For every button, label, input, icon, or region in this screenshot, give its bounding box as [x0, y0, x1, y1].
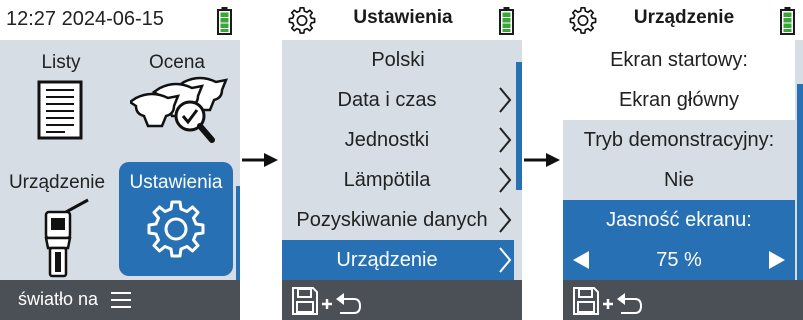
- device-settings-screen: Urządzenie Ekran startowy: Ekran główny …: [563, 0, 803, 320]
- list-item-label: Urządzenie: [336, 249, 438, 271]
- header: Ustawienia: [282, 0, 522, 40]
- gear-icon: [288, 7, 316, 34]
- chevron-right-icon: [499, 207, 512, 233]
- tile-label: Listy: [41, 52, 81, 73]
- header: Urządzenie: [563, 0, 803, 40]
- list-item-label: Lämpötila: [343, 169, 431, 191]
- scrollbar[interactable]: [516, 62, 522, 190]
- tile-grid: Listy Ocena Urządzenie Ustawienia: [0, 40, 240, 280]
- footer-bar: [282, 280, 522, 320]
- footer-bar: światło na: [0, 280, 240, 320]
- footer-bar: [563, 280, 803, 320]
- settings-screen: Ustawienia Polski Data i czas Jednostki …: [282, 0, 522, 320]
- setting-value-demo-mode[interactable]: Nie: [563, 160, 795, 200]
- list-item-label: Data i czas: [337, 89, 437, 111]
- tile-label: Urządzenie: [8, 172, 106, 193]
- arrow-right-icon[interactable]: [769, 251, 785, 269]
- brightness-selector[interactable]: 75 %: [563, 240, 795, 280]
- list-item-data-acquisition[interactable]: Pozyskiwanie danych: [282, 200, 514, 240]
- time-label: 12:27: [6, 8, 57, 30]
- setting-label: Ekran startowy:: [610, 49, 748, 71]
- list-item-label: Polski: [371, 49, 425, 71]
- setting-label-brightness: Jasność ekranu:: [563, 200, 795, 240]
- status-bar: 12:27 2024-06-15: [0, 0, 240, 40]
- document-icon: [37, 80, 83, 140]
- battery-icon: [499, 7, 514, 35]
- light-toggle-label[interactable]: światło na: [18, 289, 98, 310]
- settings-list: Polski Data i czas Jednostki Lämpötila P…: [282, 40, 522, 280]
- list-item-device[interactable]: Urządzenie: [282, 240, 514, 280]
- tile-label: Ocena: [149, 52, 205, 73]
- setting-label-demo-mode: Tryb demonstracyjny:: [563, 120, 795, 160]
- battery-icon: [780, 7, 795, 35]
- brightness-value: 75 %: [656, 249, 702, 271]
- gear-icon: [569, 7, 597, 34]
- tile-ocena[interactable]: Ocena: [120, 42, 234, 158]
- list-item-units[interactable]: Jednostki: [282, 120, 514, 160]
- save-icon[interactable]: [292, 287, 362, 315]
- cows-magnifier-icon: [130, 76, 229, 143]
- list-item-temperature[interactable]: Lämpötila: [282, 160, 514, 200]
- clock: 12:27 2024-06-15: [6, 8, 164, 31]
- list-item-label: Jednostki: [344, 129, 430, 151]
- battery-icon: [217, 7, 232, 35]
- setting-value-start-screen[interactable]: Ekran główny: [563, 80, 795, 120]
- arrow-right-icon: [242, 153, 278, 167]
- tile-ustawienia[interactable]: Ustawienia: [119, 162, 233, 276]
- main-menu-screen: 12:27 2024-06-15 Listy Ocena Urządzenie …: [0, 0, 240, 320]
- chevron-right-icon: [499, 247, 512, 273]
- arrow-right-icon: [524, 153, 560, 167]
- setting-value: Nie: [663, 169, 694, 191]
- tile-listy[interactable]: Listy: [4, 42, 118, 158]
- chevron-right-icon: [499, 87, 512, 113]
- chevron-right-icon: [499, 167, 512, 193]
- chevron-right-icon: [499, 127, 512, 153]
- page-title: Urządzenie: [633, 7, 735, 28]
- setting-label: Tryb demonstracyjny:: [583, 129, 775, 151]
- scrollbar[interactable]: [797, 84, 803, 280]
- setting-value: Ekran główny: [618, 89, 740, 111]
- menu-icon[interactable]: [111, 291, 131, 309]
- gear-icon: [147, 200, 205, 258]
- device-icon: [44, 198, 89, 278]
- page-title: Ustawienia: [353, 7, 453, 28]
- scrollbar[interactable]: [236, 186, 240, 280]
- list-item-date-time[interactable]: Data i czas: [282, 80, 514, 120]
- tile-urzadzenie[interactable]: Urządzenie: [0, 162, 114, 278]
- list-item-label: Pozyskiwanie danych: [296, 209, 488, 231]
- tile-label: Ustawienia: [129, 172, 223, 193]
- date-label: 2024-06-15: [61, 8, 164, 30]
- device-settings-list: Ekran startowy: Ekran główny Tryb demons…: [563, 40, 803, 280]
- setting-label-start-screen: Ekran startowy:: [563, 40, 795, 80]
- save-icon[interactable]: [573, 287, 643, 315]
- list-item-language[interactable]: Polski: [282, 40, 514, 80]
- setting-label: Jasność ekranu:: [606, 209, 752, 231]
